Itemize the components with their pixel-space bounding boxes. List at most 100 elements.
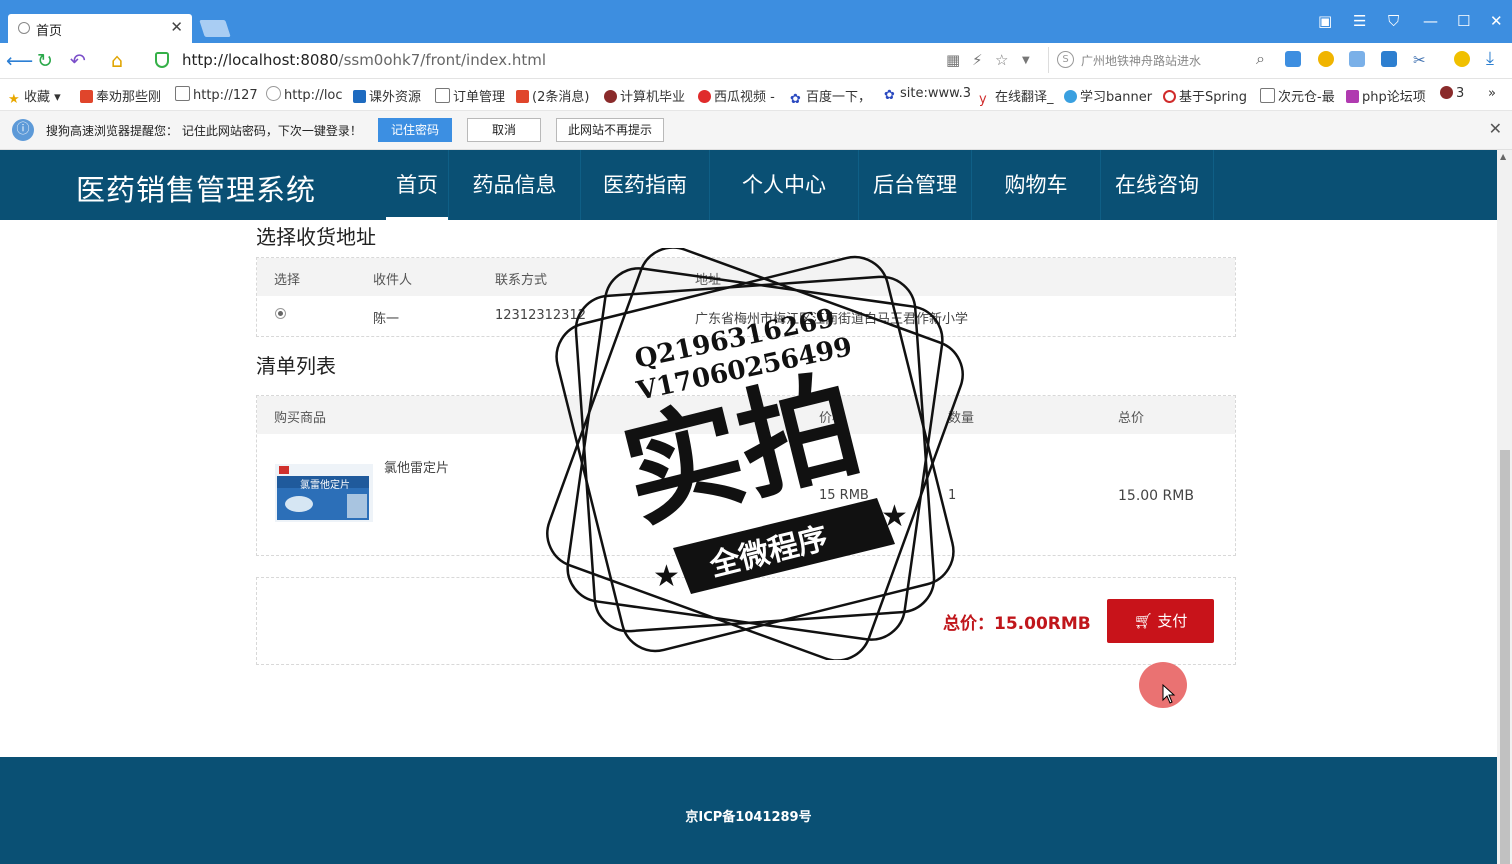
browser-titlebar: 首页 ✕ ▣ ☰ ⛉ — ☐ ✕ (0, 0, 1512, 43)
nav-home[interactable]: 首页 (386, 150, 449, 220)
product-name[interactable]: 氯他雷定片 (384, 457, 449, 476)
maximize-icon[interactable]: ☐ (1457, 12, 1470, 30)
phone-cell: 12312312312 (495, 308, 586, 323)
recipient-cell: 陈一 (373, 312, 400, 327)
bookmark-item[interactable]: 3 (1440, 86, 1464, 101)
lightbulb-icon: ⓘ (12, 119, 34, 141)
tab-favicon-icon (18, 22, 30, 34)
bookmark-item[interactable]: 次元仓-最 (1260, 86, 1335, 105)
nav-admin[interactable]: 后台管理 (859, 150, 972, 220)
undo-icon[interactable]: ↶ (70, 50, 86, 72)
search-box[interactable]: S 广州地铁神舟路站进水 ⌕ (1048, 47, 1271, 73)
price-cell: 15 RMB (819, 488, 869, 503)
download-icon[interactable]: ⤓ (1486, 48, 1494, 69)
product-image[interactable]: 氯雷他定片 (275, 464, 373, 522)
site-logo: 医药销售管理系统 (76, 173, 317, 207)
table-header: 选择 收件人 联系方式 地址 (257, 258, 1235, 296)
cart-icon: 🛒︎ (1133, 612, 1153, 630)
search-engine-icon: S (1057, 51, 1074, 68)
bookmark-item[interactable]: y 在线翻译_ (979, 86, 1054, 107)
screenshot-icon[interactable] (1381, 51, 1397, 67)
address-section-title: 选择收货地址 (256, 225, 376, 249)
speed-icon[interactable]: ⚡ (972, 51, 983, 69)
chevron-down-icon[interactable]: ▼ (1022, 55, 1030, 66)
order-total: 总价：15.00RMB (943, 614, 1091, 634)
quantity-cell: 1 (948, 488, 957, 503)
bookmark-item[interactable]: php论坛项 (1346, 86, 1426, 105)
product-image-label: 氯雷他定片 (300, 478, 350, 491)
address-table: 选择 收件人 联系方式 地址 陈一 12312312312 广东省梅州市梅江区江… (256, 257, 1236, 337)
nav-cart[interactable]: 购物车 (972, 150, 1101, 220)
home-icon[interactable]: ⌂ (111, 50, 123, 72)
more-icon[interactable] (1454, 51, 1470, 67)
address-bar: ⟵ ↻ ↶ ⌂ http://localhost:8080/ssm0ohk7/f… (0, 43, 1512, 79)
pay-button-label: 支付 (1157, 612, 1188, 630)
notice-close-icon[interactable]: ✕ (1489, 119, 1502, 138)
bookmark-item[interactable]: (2条消息) (516, 86, 589, 105)
cancel-button[interactable]: 取消 (467, 118, 541, 142)
back-icon[interactable]: ⟵ (6, 50, 33, 72)
key-icon[interactable] (1318, 51, 1334, 67)
column-header: 数量 (948, 411, 975, 426)
bookmark-item[interactable]: ✿ site:www.3 (884, 86, 971, 103)
pay-button[interactable]: 🛒︎ 支付 (1107, 599, 1214, 643)
remember-password-button[interactable]: 记住密码 (378, 118, 452, 142)
bookmark-item[interactable]: 课外资源 (353, 86, 421, 105)
browser-tab[interactable]: 首页 ✕ (8, 14, 192, 43)
notice-message: 搜狗高速浏览器提醒您： 记住此网站密码，下次一键登录！ (46, 124, 362, 138)
payment-box: 总价：15.00RMB 🛒︎ 支付 (256, 577, 1236, 665)
column-header: 收件人 (373, 273, 413, 288)
tab-title: 首页 (36, 24, 63, 39)
bookmark-item[interactable]: ★ 收藏 ▾ (8, 86, 61, 107)
url-field[interactable]: http://localhost:8080/ssm0ohk7/front/ind… (182, 51, 546, 69)
more-bookmarks-icon[interactable]: » (1488, 86, 1496, 101)
column-header: 总价 (1118, 411, 1145, 426)
favorite-star-icon[interactable]: ☆ (995, 51, 1008, 69)
bookmark-item[interactable]: ✿ 百度一下， (790, 86, 871, 107)
scrollbar-thumb[interactable] (1500, 450, 1510, 864)
window-close-icon[interactable]: ✕ (1490, 12, 1503, 30)
bookmark-item[interactable]: 订单管理 (435, 86, 505, 105)
bookmarks-bar: ★ 收藏 ▾ 奉劝那些刚 http://127 http://loc 课外资源 订… (0, 79, 1512, 111)
refresh-icon[interactable]: ↻ (37, 50, 53, 72)
secure-shield-icon (155, 52, 169, 68)
search-icon[interactable]: ⌕ (1256, 49, 1265, 69)
site-header: 医药销售管理系统 首页 药品信息 医药指南 个人中心 后台管理 购物车 在线咨询 (0, 150, 1497, 220)
bookmark-item[interactable]: 西瓜视频 - (698, 86, 775, 105)
bookmark-item[interactable]: http://127 (175, 86, 258, 103)
nav-personal-center[interactable]: 个人中心 (710, 150, 859, 220)
search-input[interactable]: 广州地铁神舟路站进水 (1081, 52, 1201, 69)
scissors-icon[interactable]: ✂ (1413, 51, 1426, 69)
nav-medical-guide[interactable]: 医药指南 (581, 150, 710, 220)
table-header: 购买商品 价格 数量 总价 (257, 396, 1235, 434)
scroll-up-icon[interactable]: ▲ (1500, 152, 1506, 161)
window-sidebar-icon[interactable]: ▣ (1318, 12, 1332, 30)
total-cell: 15.00 RMB (1118, 488, 1194, 504)
column-header: 地址 (695, 273, 722, 288)
bookmark-item[interactable]: 计算机毕业 (604, 86, 685, 105)
column-header: 联系方式 (495, 273, 548, 288)
address-cell: 广东省梅州市梅江区江南街道白马王君作新小学 (695, 312, 969, 327)
bookmark-item[interactable]: http://loc (266, 86, 343, 103)
mouse-cursor-icon (1162, 684, 1176, 704)
qr-code-icon[interactable]: ▦ (946, 51, 960, 69)
new-tab-button[interactable] (199, 20, 231, 37)
nav-drug-info[interactable]: 药品信息 (449, 150, 581, 220)
skin-icon[interactable]: ⛉ (1388, 12, 1399, 30)
bookmark-item[interactable]: 基于Spring (1163, 86, 1247, 105)
password-notice-bar: ⓘ 搜狗高速浏览器提醒您： 记住此网站密码，下次一键登录！ 记住密码 取消 此网… (0, 111, 1512, 150)
translate-icon[interactable] (1285, 51, 1301, 67)
icp-record: 京ICP备1041289号 (685, 810, 812, 825)
never-remind-button[interactable]: 此网站不再提示 (556, 118, 664, 142)
copy-icon[interactable] (1349, 51, 1365, 67)
bookmark-item[interactable]: 奉劝那些刚 (80, 86, 161, 105)
address-radio[interactable] (275, 308, 286, 319)
minimize-icon[interactable]: — (1423, 12, 1438, 30)
menu-icon[interactable]: ☰ (1353, 12, 1366, 30)
tab-close-icon[interactable]: ✕ (170, 18, 183, 36)
bookmark-item[interactable]: 学习banner (1064, 86, 1152, 105)
nav-online-consult[interactable]: 在线咨询 (1101, 150, 1214, 220)
column-header: 购买商品 (274, 411, 327, 426)
column-header: 价格 (819, 411, 846, 426)
column-header: 选择 (274, 273, 301, 288)
